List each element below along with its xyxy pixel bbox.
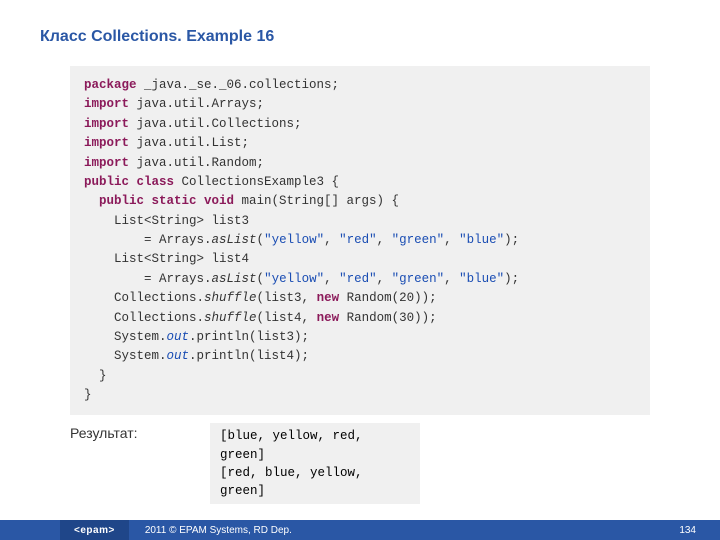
- method: asList: [212, 272, 257, 286]
- string: "blue": [459, 233, 504, 247]
- code-text: _java._se._06.collections;: [137, 78, 340, 92]
- keyword: import: [84, 156, 129, 170]
- code-text: java.util.Arrays;: [129, 97, 264, 111]
- code-text: .println(list3);: [189, 330, 309, 344]
- code-text: );: [504, 272, 519, 286]
- code-text: );: [504, 233, 519, 247]
- string: "red": [339, 272, 377, 286]
- code-text: Collections.: [84, 311, 204, 325]
- code-text: }: [84, 369, 107, 383]
- result-output: [blue, yellow, red, green] [red, blue, y…: [210, 423, 420, 504]
- code-text: ,: [444, 233, 459, 247]
- string: "blue": [459, 272, 504, 286]
- keyword: public static void: [84, 194, 234, 208]
- code-text: System.: [84, 349, 167, 363]
- code-text: Random(30));: [339, 311, 437, 325]
- code-text: System.: [84, 330, 167, 344]
- code-text: (: [257, 233, 265, 247]
- result-row: Результат: [blue, yellow, red, green] [r…: [70, 423, 650, 504]
- code-text: (list4,: [257, 311, 317, 325]
- code-text: ,: [377, 272, 392, 286]
- keyword: new: [317, 291, 340, 305]
- code-text: = Arrays.: [84, 233, 212, 247]
- static-field: out: [167, 330, 190, 344]
- keyword: import: [84, 136, 129, 150]
- code-text: List<String> list3: [84, 214, 249, 228]
- result-label: Результат:: [70, 423, 210, 441]
- string: "yellow": [264, 272, 324, 286]
- logo: epam: [60, 520, 129, 540]
- code-text: ,: [324, 233, 339, 247]
- static-field: out: [167, 349, 190, 363]
- keyword: public class: [84, 175, 174, 189]
- method: shuffle: [204, 291, 257, 305]
- keyword: import: [84, 117, 129, 131]
- code-text: = Arrays.: [84, 272, 212, 286]
- copyright: 2011 © EPAM Systems, RD Dep.: [145, 525, 292, 536]
- keyword: new: [317, 311, 340, 325]
- slide-title: Класс Collections. Example 16: [0, 0, 720, 46]
- code-text: java.util.Random;: [129, 156, 264, 170]
- string: "red": [339, 233, 377, 247]
- code-text: CollectionsExample3 {: [174, 175, 339, 189]
- footer: epam 2011 © EPAM Systems, RD Dep. 134: [0, 520, 720, 540]
- code-text: ,: [444, 272, 459, 286]
- code-text: List<String> list4: [84, 252, 249, 266]
- code-text: .println(list4);: [189, 349, 309, 363]
- method: shuffle: [204, 311, 257, 325]
- code-text: java.util.List;: [129, 136, 249, 150]
- code-text: (list3,: [257, 291, 317, 305]
- code-text: (: [257, 272, 265, 286]
- code-block: package _java._se._06.collections; impor…: [70, 66, 650, 415]
- code-text: Collections.: [84, 291, 204, 305]
- keyword: package: [84, 78, 137, 92]
- code-text: java.util.Collections;: [129, 117, 302, 131]
- code-text: }: [84, 388, 92, 402]
- string: "green": [392, 233, 445, 247]
- code-text: ,: [377, 233, 392, 247]
- code-text: Random(20));: [339, 291, 437, 305]
- string: "yellow": [264, 233, 324, 247]
- code-text: ,: [324, 272, 339, 286]
- keyword: import: [84, 97, 129, 111]
- code-text: main(String[] args) {: [234, 194, 399, 208]
- string: "green": [392, 272, 445, 286]
- method: asList: [212, 233, 257, 247]
- page-number: 134: [679, 520, 696, 540]
